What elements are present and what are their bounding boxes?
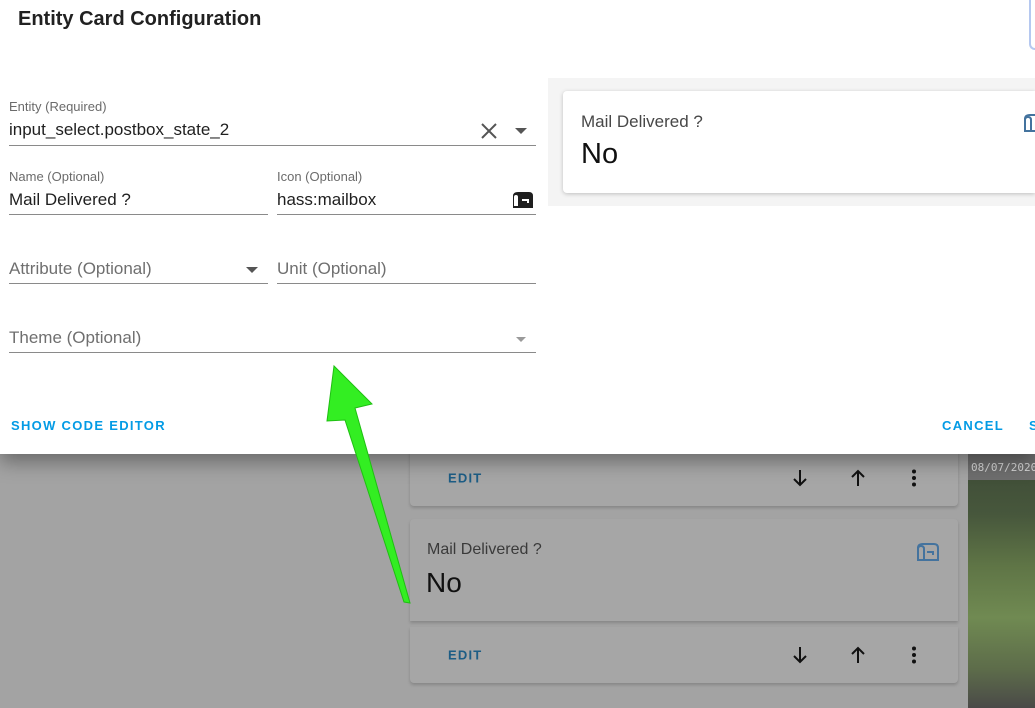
name-field[interactable]: Name (Optional) Mail Delivered ? [9,167,268,215]
mailbox-icon [1023,113,1035,138]
entity-field[interactable]: Entity (Required) input_select.postbox_s… [9,98,536,146]
camera-timestamp: 08/07/2020 [971,461,1035,474]
more-vertical-icon [912,469,916,487]
edit-button[interactable]: EDIT [448,471,482,486]
move-down-button[interactable] [788,643,812,667]
entity-field-value[interactable]: input_select.postbox_state_2 [9,120,229,140]
mailbox-icon [916,542,940,567]
arrow-up-icon [851,469,865,486]
move-up-button[interactable] [846,643,870,667]
save-button[interactable]: S [1029,418,1035,433]
more-options-button[interactable] [902,466,926,490]
arrow-down-icon [793,647,807,664]
icon-field-value[interactable]: hass:mailbox [277,190,376,210]
more-vertical-icon [912,646,916,664]
entity-card-name: Mail Delivered ? [427,541,542,558]
edit-button[interactable]: EDIT [448,648,482,663]
close-icon [481,123,497,139]
cancel-button[interactable]: CANCEL [942,418,1004,433]
unit-field[interactable]: Unit (Optional) [277,236,536,284]
icon-field-label: Icon (Optional) [277,169,363,184]
arrow-down-icon [793,470,807,487]
clear-button[interactable] [480,122,498,145]
entity-card-state: No [426,567,462,598]
more-options-button[interactable] [902,643,926,667]
chevron-down-icon[interactable] [515,128,527,134]
dialog-title: Entity Card Configuration [18,8,262,30]
camera-feed-card[interactable]: 08/07/2020 [968,450,1035,708]
icon-field[interactable]: Icon (Optional) hass:mailbox [277,167,536,215]
preview-card-state: No [581,138,619,170]
name-field-label: Name (Optional) [9,169,105,184]
move-up-button[interactable] [846,466,870,490]
move-down-button[interactable] [788,466,812,490]
mailbox-icon [511,190,535,215]
background-card-actions-1: EDIT [410,450,958,506]
entity-field-label: Entity (Required) [9,99,107,114]
show-code-editor-button[interactable]: SHOW CODE EDITOR [11,418,166,433]
theme-field-placeholder[interactable]: Theme (Optional) [9,328,141,348]
theme-field[interactable]: Theme (Optional) [9,305,536,353]
chevron-down-icon[interactable] [516,337,526,342]
unit-field-placeholder[interactable]: Unit (Optional) [277,259,387,279]
preview-entity-card[interactable]: Mail Delivered ? No [563,91,1035,193]
name-field-value[interactable]: Mail Delivered ? [9,190,131,210]
dialog-corner-element [1029,0,1035,50]
attribute-field-placeholder[interactable]: Attribute (Optional) [9,259,152,279]
entity-card-config-dialog: Entity Card Configuration Entity (Requir… [0,0,1035,454]
preview-card-name: Mail Delivered ? [581,112,703,131]
chevron-down-icon[interactable] [246,267,258,273]
attribute-field[interactable]: Attribute (Optional) [9,236,268,284]
arrow-up-icon [851,646,865,663]
background-entity-card[interactable]: Mail Delivered ? No [410,519,958,621]
background-card-actions-2: EDIT [410,627,958,683]
